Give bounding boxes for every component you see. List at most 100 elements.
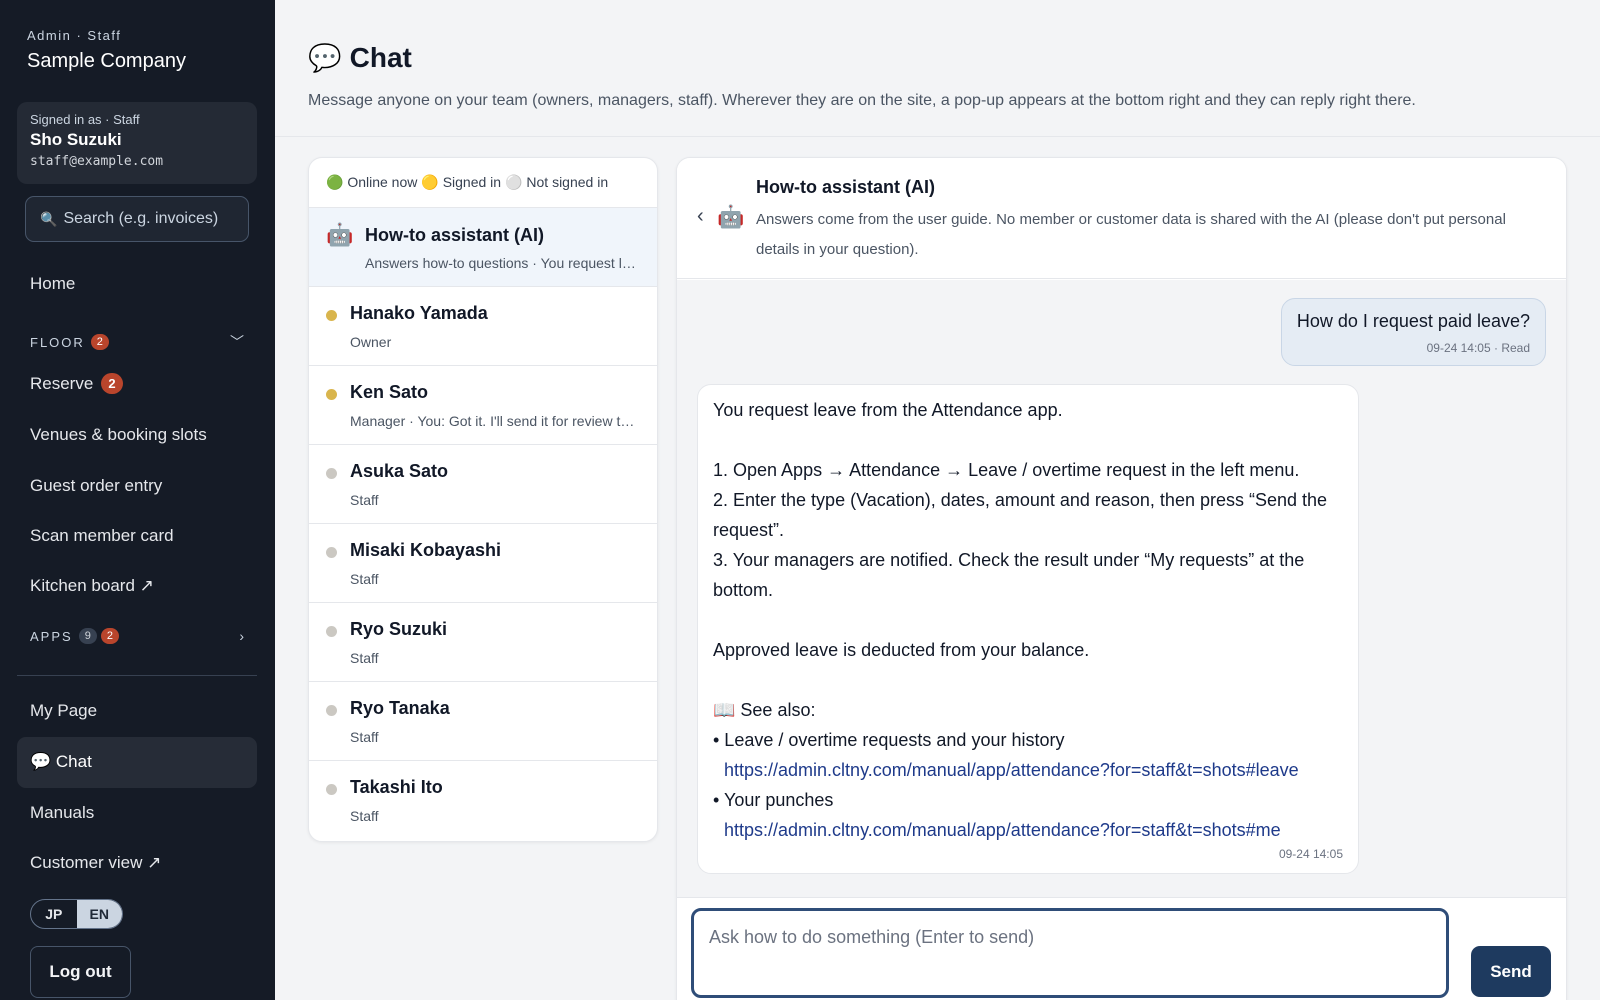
nav-section-floor[interactable]: FLOOR 2 ﹀ xyxy=(30,332,246,352)
contact-list: 🟢 Online now 🟡 Signed in ⚪ Not signed in… xyxy=(308,157,658,842)
legend-signed-in: 🟡 Signed in xyxy=(421,174,502,190)
status-dot-signed-in xyxy=(326,389,337,400)
legend-online: 🟢 Online now xyxy=(326,174,418,190)
message-line: Approved leave is deducted from your bal… xyxy=(713,640,1090,660)
contact-item[interactable]: Ryo Tanaka Staff xyxy=(309,682,657,761)
role-label: Admin · Staff xyxy=(27,28,122,43)
status-dot-offline xyxy=(326,547,337,558)
contact-preview: Staff xyxy=(350,729,379,745)
message-thread: How do I request paid leave? 09-24 14:05… xyxy=(677,280,1566,897)
back-icon[interactable]: ‹ xyxy=(697,205,704,228)
contact-preview: Staff xyxy=(350,650,379,666)
logout-button[interactable]: Log out xyxy=(30,946,131,998)
status-dot-offline xyxy=(326,705,337,716)
contact-preview: Owner xyxy=(350,334,392,350)
status-dot-offline xyxy=(326,468,337,479)
message-line xyxy=(713,665,1343,695)
nav-section-apps[interactable]: APPS 9 2 › xyxy=(30,628,246,644)
contact-item[interactable]: Hanako Yamada Owner xyxy=(309,287,657,366)
message-meta: 09-24 14:05 xyxy=(1278,847,1343,861)
message-meta: 09-24 14:05 · Read xyxy=(1426,341,1530,355)
company-name: Sample Company xyxy=(27,50,186,72)
sidebar-divider xyxy=(17,675,257,676)
message-input[interactable] xyxy=(691,908,1449,998)
sidebar: Admin · Staff Sample Company Signed in a… xyxy=(0,0,275,1000)
nav-scan-card[interactable]: Scan member card xyxy=(30,526,174,546)
contact-name: Hanako Yamada xyxy=(350,303,488,323)
contact-preview: Staff xyxy=(350,492,379,508)
user-card: Signed in as · Staff Sho Suzuki staff@ex… xyxy=(17,102,257,184)
message-line: • Your punches xyxy=(713,790,834,810)
nav-guest-order[interactable]: Guest order entry xyxy=(30,476,162,496)
search-icon: 🔍 xyxy=(40,210,58,227)
message-line xyxy=(713,425,1343,455)
message-text: How do I request paid leave? xyxy=(1296,311,1530,331)
composer: Send xyxy=(677,897,1566,1000)
contact-name: Asuka Sato xyxy=(350,461,449,481)
lang-en[interactable]: EN xyxy=(76,900,122,928)
contact-name: Ryo Tanaka xyxy=(350,698,450,718)
contact-preview: Staff xyxy=(350,571,379,587)
nav-home[interactable]: Home xyxy=(30,274,75,294)
nav-manuals[interactable]: Manuals xyxy=(30,803,94,823)
contact-item[interactable]: Misaki Kobayashi Staff xyxy=(309,524,657,603)
status-legend: 🟢 Online now 🟡 Signed in ⚪ Not signed in xyxy=(309,158,657,208)
chat-header: ‹ 🤖 How-to assistant (AI) Answers come f… xyxy=(677,158,1566,279)
message-line: 3. Your managers are notified. Check the… xyxy=(713,550,1305,600)
legend-not-signed-in: ⚪ Not signed in xyxy=(505,174,609,190)
page-title: 💬 Chat xyxy=(308,42,412,74)
nav-my-page[interactable]: My Page xyxy=(30,701,97,721)
outgoing-message: How do I request paid leave? 09-24 14:05… xyxy=(1280,298,1546,366)
search-placeholder: Search (e.g. invoices) xyxy=(63,210,219,227)
message-line: 📖 See also: xyxy=(713,700,816,720)
apps-badge: 2 xyxy=(100,628,119,644)
status-dot-offline xyxy=(326,626,337,637)
message-line: 2. Enter the type (Vacation), dates, amo… xyxy=(713,490,1328,540)
contact-item[interactable]: Takashi Ito Staff xyxy=(309,761,657,840)
send-button[interactable]: Send xyxy=(1471,946,1551,997)
contact-name: Takashi Ito xyxy=(350,777,443,797)
reserve-label: Reserve xyxy=(30,373,94,393)
user-name: Sho Suzuki xyxy=(30,130,122,149)
status-dot-offline xyxy=(326,784,337,795)
page-header: 💬 Chat Message anyone on your team (owne… xyxy=(275,0,1600,137)
incoming-message: You request leave from the Attendance ap… xyxy=(697,384,1359,874)
contact-item[interactable]: Asuka Sato Staff xyxy=(309,445,657,524)
message-line: 1. Open Apps → Attendance → Leave / over… xyxy=(713,460,1300,480)
nav-venues[interactable]: Venues & booking slots xyxy=(30,425,207,445)
user-email: staff@example.com xyxy=(30,154,164,169)
apps-count: 9 xyxy=(78,628,97,644)
robot-icon: 🤖 xyxy=(326,222,354,247)
manual-link-leave[interactable]: https://admin.cltny.com/manual/app/atten… xyxy=(713,755,1343,785)
contact-preview: Answers how-to questions · You request l… xyxy=(365,255,642,271)
apps-label: APPS xyxy=(30,628,73,644)
page-description: Message anyone on your team (owners, man… xyxy=(308,92,1416,109)
chevron-right-icon: › xyxy=(239,628,246,644)
status-dot-signed-in xyxy=(326,310,337,321)
contact-preview: Staff xyxy=(350,808,379,824)
contact-name: Misaki Kobayashi xyxy=(350,540,502,560)
nav-kitchen-board[interactable]: Kitchen board ↗ xyxy=(30,576,154,596)
robot-icon: 🤖 xyxy=(717,204,745,229)
language-toggle[interactable]: JP EN xyxy=(30,899,123,929)
reserve-badge: 2 xyxy=(101,373,123,394)
lang-jp[interactable]: JP xyxy=(31,900,77,928)
chevron-down-icon: ﹀ xyxy=(230,334,246,350)
nav-customer-view[interactable]: Customer view ↗ xyxy=(30,853,161,873)
chat-title: How-to assistant (AI) xyxy=(756,177,936,197)
contact-name: Ryo Suzuki xyxy=(350,619,448,639)
contact-item[interactable]: Ryo Suzuki Staff xyxy=(309,603,657,682)
contact-name: Ken Sato xyxy=(350,382,429,402)
page-title-text: Chat xyxy=(349,42,412,73)
nav-reserve[interactable]: Reserve 2 xyxy=(30,373,123,394)
contact-ai-assistant[interactable]: 🤖 How-to assistant (AI) Answers how-to q… xyxy=(309,208,657,287)
chat-description: Answers come from the user guide. No mem… xyxy=(756,211,1506,258)
floor-badge: 2 xyxy=(90,334,109,350)
contact-item[interactable]: Ken Sato Manager · You: Got it. I'll sen… xyxy=(309,366,657,445)
search-input[interactable]: 🔍 Search (e.g. invoices) xyxy=(25,196,249,242)
nav-chat[interactable]: 💬 Chat xyxy=(30,752,92,772)
floor-label: FLOOR xyxy=(30,334,85,350)
speech-bubble-icon: 💬 xyxy=(308,43,342,73)
message-line: • Leave / overtime requests and your his… xyxy=(713,730,1065,750)
manual-link-punches[interactable]: https://admin.cltny.com/manual/app/atten… xyxy=(713,815,1343,845)
